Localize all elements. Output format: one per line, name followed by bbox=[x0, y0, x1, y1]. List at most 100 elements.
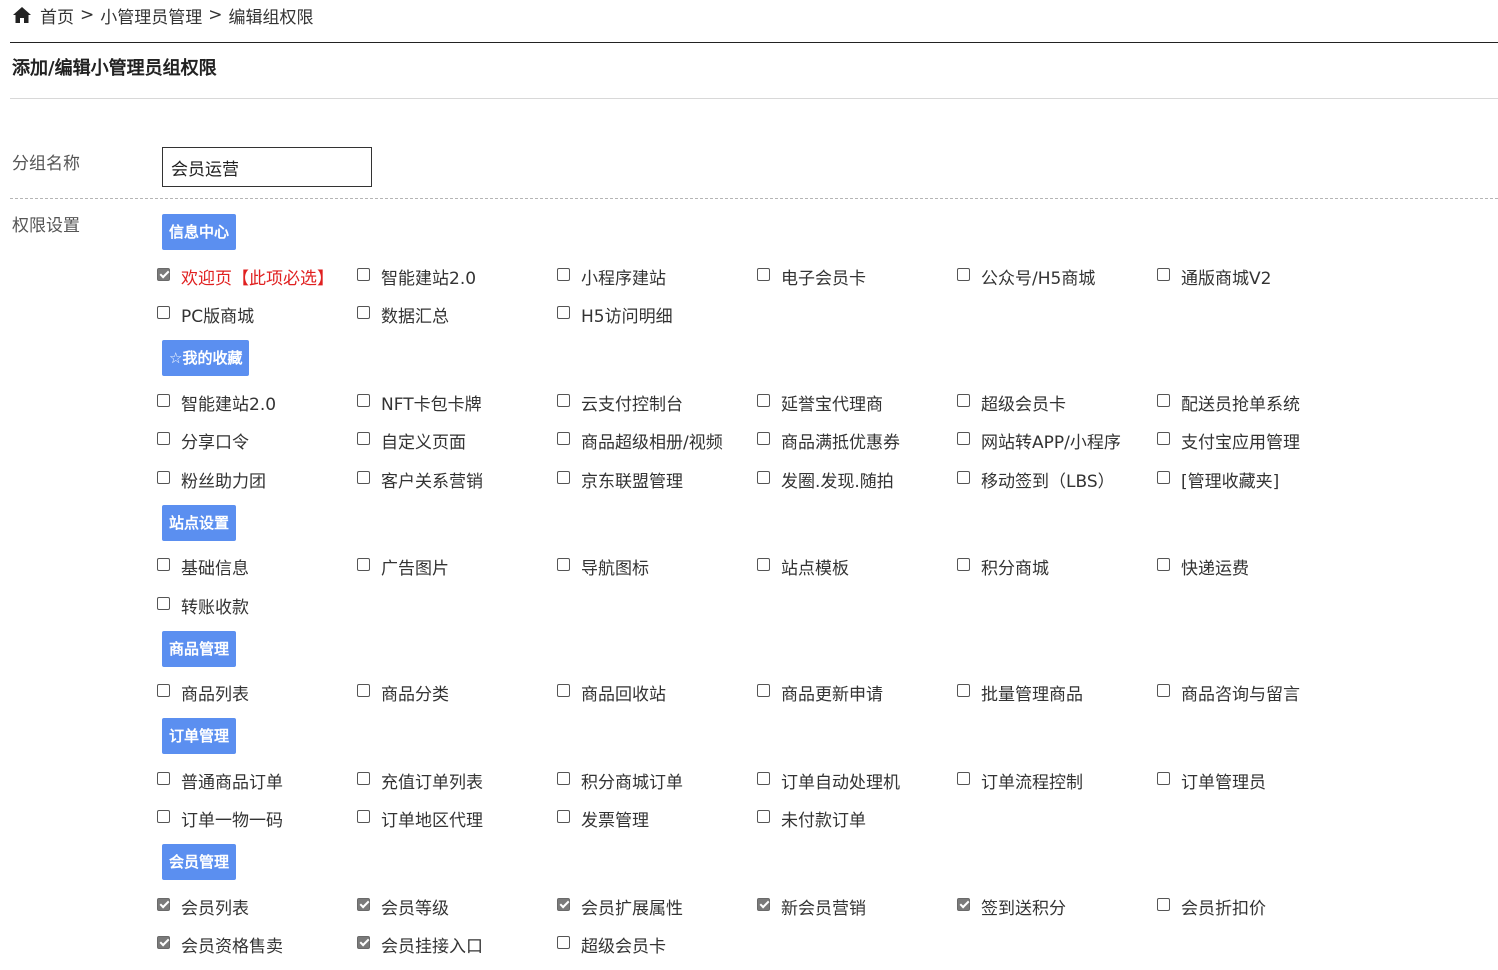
checkbox-checked[interactable] bbox=[357, 936, 370, 950]
checkbox-unchecked[interactable] bbox=[1157, 684, 1170, 698]
permission-item[interactable]: 订单管理员 bbox=[1155, 761, 1355, 800]
checkbox-unchecked[interactable] bbox=[1157, 558, 1170, 572]
checkbox-unchecked[interactable] bbox=[157, 771, 170, 785]
permission-item[interactable]: 订单自动处理机 bbox=[755, 761, 955, 800]
permission-item[interactable]: 商品满抵优惠券 bbox=[755, 422, 955, 461]
permission-item[interactable]: 站点模板 bbox=[755, 548, 955, 587]
checkbox-unchecked[interactable] bbox=[1157, 267, 1170, 281]
permission-item[interactable]: 发票管理 bbox=[555, 800, 755, 839]
permission-item[interactable]: 商品列表 bbox=[155, 674, 355, 713]
permission-item[interactable]: 小程序建站 bbox=[555, 257, 755, 296]
checkbox-unchecked[interactable] bbox=[757, 558, 770, 572]
checkbox-unchecked[interactable] bbox=[757, 810, 770, 824]
permission-item[interactable]: 充值订单列表 bbox=[355, 761, 555, 800]
checkbox-unchecked[interactable] bbox=[757, 771, 770, 785]
checkbox-unchecked[interactable] bbox=[557, 267, 570, 281]
checkbox-unchecked[interactable] bbox=[157, 558, 170, 572]
checkbox-unchecked[interactable] bbox=[557, 684, 570, 698]
permission-item[interactable]: 京东联盟管理 bbox=[555, 460, 755, 499]
permission-group-header[interactable]: 商品管理 bbox=[162, 630, 237, 667]
checkbox-unchecked[interactable] bbox=[957, 684, 970, 698]
permission-item[interactable]: 发圈.发现.随拍 bbox=[755, 460, 955, 499]
permission-item[interactable]: 商品更新申请 bbox=[755, 674, 955, 713]
checkbox-checked[interactable] bbox=[957, 897, 970, 911]
breadcrumb-admin-management-link[interactable]: 小管理员管理 bbox=[100, 3, 202, 28]
permission-item[interactable]: 转账收款 bbox=[155, 586, 355, 625]
permission-item[interactable]: 广告图片 bbox=[355, 548, 555, 587]
permission-item[interactable]: NFT卡包卡牌 bbox=[355, 383, 555, 422]
permission-item[interactable]: 数据汇总 bbox=[355, 296, 555, 335]
checkbox-checked[interactable] bbox=[157, 897, 170, 911]
permission-item[interactable]: 移动签到（LBS） bbox=[955, 460, 1155, 499]
permission-item[interactable]: 会员挂接入口 bbox=[355, 926, 555, 965]
checkbox-unchecked[interactable] bbox=[157, 596, 170, 610]
checkbox-unchecked[interactable] bbox=[957, 558, 970, 572]
checkbox-unchecked[interactable] bbox=[957, 470, 970, 484]
checkbox-unchecked[interactable] bbox=[157, 393, 170, 407]
checkbox-unchecked[interactable] bbox=[1157, 393, 1170, 407]
checkbox-unchecked[interactable] bbox=[357, 470, 370, 484]
permission-item[interactable]: 自定义页面 bbox=[355, 422, 555, 461]
permission-item[interactable]: 商品咨询与留言 bbox=[1155, 674, 1355, 713]
checkbox-checked[interactable] bbox=[157, 267, 170, 281]
checkbox-unchecked[interactable] bbox=[1157, 470, 1170, 484]
checkbox-unchecked[interactable] bbox=[157, 470, 170, 484]
permission-item[interactable]: 商品分类 bbox=[355, 674, 555, 713]
permission-item[interactable]: 订单流程控制 bbox=[955, 761, 1155, 800]
permission-item[interactable]: 会员列表 bbox=[155, 887, 355, 926]
permission-item[interactable]: 超级会员卡 bbox=[955, 383, 1155, 422]
permission-group-header[interactable]: 信息中心 bbox=[162, 214, 237, 250]
checkbox-unchecked[interactable] bbox=[957, 267, 970, 281]
checkbox-unchecked[interactable] bbox=[1157, 771, 1170, 785]
permission-group-header[interactable]: 订单管理 bbox=[162, 718, 237, 754]
permission-item[interactable]: 延誉宝代理商 bbox=[755, 383, 955, 422]
permission-item[interactable]: 公众号/H5商城 bbox=[955, 257, 1155, 296]
permission-item[interactable]: [管理收藏夹] bbox=[1155, 460, 1355, 499]
checkbox-checked[interactable] bbox=[357, 897, 370, 911]
checkbox-checked[interactable] bbox=[757, 897, 770, 911]
checkbox-unchecked[interactable] bbox=[557, 393, 570, 407]
permission-group-header[interactable]: 站点设置 bbox=[162, 504, 237, 541]
permission-item[interactable]: 客户关系营销 bbox=[355, 460, 555, 499]
checkbox-unchecked[interactable] bbox=[557, 558, 570, 572]
permission-item[interactable]: 网站转APP/小程序 bbox=[955, 422, 1155, 461]
permission-item[interactable]: H5访问明细 bbox=[555, 296, 755, 335]
permission-group-header[interactable]: ☆我的收藏 bbox=[162, 340, 250, 376]
permission-item[interactable]: 欢迎页【此项必选】 bbox=[155, 257, 355, 296]
permission-item[interactable]: 配送员抢单系统 bbox=[1155, 383, 1355, 422]
permission-item[interactable]: 会员扩展属性 bbox=[555, 887, 755, 926]
permission-item[interactable]: 订单一物一码 bbox=[155, 800, 355, 839]
permission-item[interactable]: 智能建站2.0 bbox=[355, 257, 555, 296]
checkbox-unchecked[interactable] bbox=[557, 810, 570, 824]
permission-item[interactable]: 新会员营销 bbox=[755, 887, 955, 926]
permission-item[interactable]: 普通商品订单 bbox=[155, 761, 355, 800]
permission-item[interactable]: 会员资格售卖 bbox=[155, 926, 355, 965]
home-icon[interactable] bbox=[12, 6, 32, 24]
checkbox-unchecked[interactable] bbox=[757, 267, 770, 281]
checkbox-unchecked[interactable] bbox=[357, 432, 370, 446]
checkbox-unchecked[interactable] bbox=[357, 306, 370, 320]
permission-item[interactable]: 未付款订单 bbox=[755, 800, 955, 839]
checkbox-unchecked[interactable] bbox=[357, 810, 370, 824]
permission-item[interactable]: 批量管理商品 bbox=[955, 674, 1155, 713]
checkbox-unchecked[interactable] bbox=[757, 393, 770, 407]
checkbox-unchecked[interactable] bbox=[557, 432, 570, 446]
permission-group-header[interactable]: 会员管理 bbox=[162, 844, 237, 880]
permission-item[interactable]: 智能建站2.0 bbox=[155, 383, 355, 422]
permission-item[interactable]: 商品回收站 bbox=[555, 674, 755, 713]
permission-item[interactable]: 导航图标 bbox=[555, 548, 755, 587]
checkbox-unchecked[interactable] bbox=[1157, 897, 1170, 911]
checkbox-unchecked[interactable] bbox=[157, 684, 170, 698]
checkbox-unchecked[interactable] bbox=[957, 771, 970, 785]
permission-item[interactable]: 超级会员卡 bbox=[555, 926, 755, 965]
checkbox-unchecked[interactable] bbox=[557, 936, 570, 950]
checkbox-unchecked[interactable] bbox=[357, 771, 370, 785]
permission-item[interactable]: 电子会员卡 bbox=[755, 257, 955, 296]
checkbox-unchecked[interactable] bbox=[557, 306, 570, 320]
checkbox-unchecked[interactable] bbox=[157, 432, 170, 446]
checkbox-unchecked[interactable] bbox=[957, 393, 970, 407]
checkbox-unchecked[interactable] bbox=[957, 432, 970, 446]
permission-item[interactable]: 云支付控制台 bbox=[555, 383, 755, 422]
checkbox-unchecked[interactable] bbox=[757, 470, 770, 484]
checkbox-unchecked[interactable] bbox=[357, 393, 370, 407]
